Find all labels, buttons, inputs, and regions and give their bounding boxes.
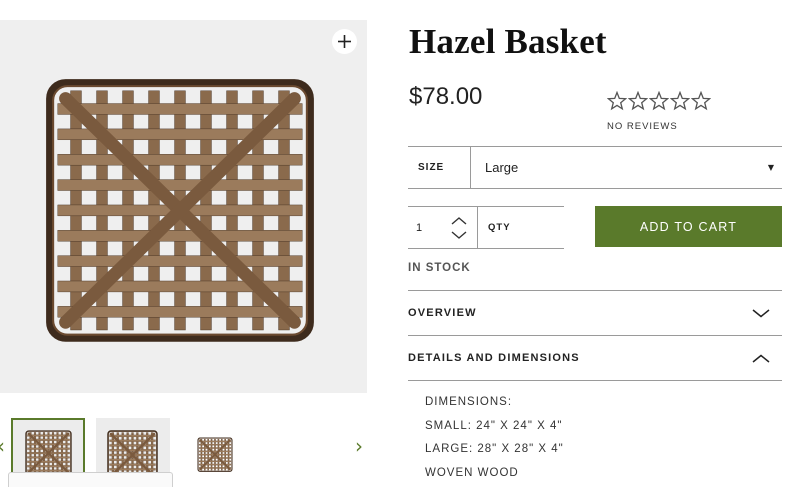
star-icon[interactable]: [607, 91, 627, 111]
product-title: Hazel Basket: [409, 22, 607, 61]
horizontal-scrollbar[interactable]: [8, 472, 173, 487]
chevron-right-icon[interactable]: ›: [355, 436, 363, 456]
basket-image: [46, 79, 314, 342]
accordion-overview-label: OVERVIEW: [408, 307, 477, 319]
details-content: DIMENSIONS: SMALL: 24" X 24" X 4" LARGE:…: [425, 394, 564, 487]
thumbnail-3[interactable]: [178, 418, 252, 487]
star-rating[interactable]: [607, 91, 711, 111]
chevron-down-icon[interactable]: [451, 230, 467, 239]
product-price: $78.00: [409, 83, 483, 110]
details-line: DIMENSIONS:: [425, 396, 513, 408]
chevron-up-icon[interactable]: [451, 216, 467, 225]
add-to-cart-button[interactable]: ADD TO CART: [595, 206, 782, 247]
size-selector: SIZE Large ▼: [408, 146, 782, 189]
quantity-field: 1 QTY: [408, 206, 564, 249]
details-line: LARGE: 28" X 28" X 4": [425, 443, 564, 455]
star-icon[interactable]: [670, 91, 690, 111]
details-line: SMALL: 24" X 24" X 4": [425, 419, 563, 432]
quantity-label: QTY: [488, 222, 511, 233]
size-dropdown[interactable]: Large ▼: [471, 147, 782, 188]
caret-down-icon: ▼: [767, 163, 774, 172]
quantity-stepper[interactable]: [451, 216, 467, 239]
accordion-details[interactable]: DETAILS AND DIMENSIONS: [408, 335, 782, 381]
main-product-image[interactable]: [0, 20, 367, 393]
zoom-button[interactable]: [332, 29, 357, 54]
star-icon[interactable]: [628, 91, 648, 111]
quantity-value: 1: [416, 221, 423, 234]
chevron-up-icon: [752, 354, 770, 363]
quantity-input[interactable]: 1: [408, 207, 478, 248]
star-icon[interactable]: [649, 91, 669, 111]
thumbnail-basket-image: [197, 437, 233, 472]
size-label: SIZE: [408, 147, 471, 188]
chevron-down-icon: [752, 308, 770, 317]
accordion-overview[interactable]: OVERVIEW: [408, 290, 782, 335]
stock-status: IN STOCK: [408, 262, 471, 274]
size-value: Large: [485, 160, 519, 175]
reviews-link[interactable]: NO REVIEWS: [607, 121, 678, 132]
details-line: WOVEN WOOD: [425, 466, 519, 479]
star-icon[interactable]: [691, 91, 711, 111]
accordion-details-label: DETAILS AND DIMENSIONS: [408, 352, 580, 364]
plus-icon: [338, 35, 351, 48]
